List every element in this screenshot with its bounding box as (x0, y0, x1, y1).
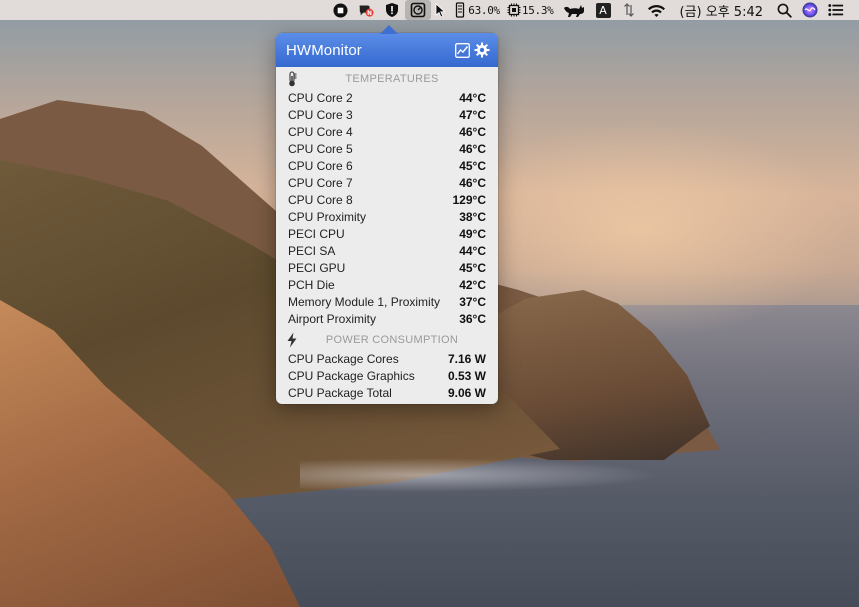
sensor-name: CPU Core 5 (288, 141, 353, 156)
power-row: CPU Package Total 9.06 W (276, 384, 498, 401)
network-arrows-icon (621, 2, 637, 18)
temperature-row: CPU Core 8 129°C (276, 191, 498, 208)
network-menu-item[interactable] (616, 0, 642, 20)
power-row: CPU Package Cores 7.16 W (276, 350, 498, 367)
sensor-value: 36°C (459, 311, 486, 326)
sensor-value: 38°C (459, 209, 486, 224)
sensor-value: 44°C (459, 90, 486, 105)
memory-usage-menu-item[interactable]: 63.0% (449, 0, 503, 20)
control-center-menu-item[interactable] (823, 0, 849, 20)
cat-icon (562, 2, 586, 18)
shield-icon (384, 2, 400, 18)
temperature-row: CPU Core 4 46°C (276, 123, 498, 140)
sensor-value: 45°C (459, 158, 486, 173)
clock-menu-item[interactable]: (금) 오후 5:42 (672, 0, 771, 20)
svg-text:N: N (367, 11, 372, 17)
sensor-name: CPU Core 7 (288, 175, 353, 190)
temperature-row: CPU Core 7 46°C (276, 174, 498, 191)
sensor-name: CPU Core 6 (288, 158, 353, 173)
sensor-value: 44°C (459, 243, 486, 258)
shield-menu-item[interactable] (379, 0, 405, 20)
notification-app-menu-item[interactable]: N (353, 0, 379, 20)
power-label: POWER CONSUMPTION (325, 334, 459, 346)
power-section-header: POWER CONSUMPTION (276, 330, 498, 350)
wifi-icon (647, 2, 667, 18)
mouse-cursor (431, 0, 449, 20)
sensor-value: 49°C (459, 226, 486, 241)
control-center-icon (828, 2, 844, 18)
sensor-name: CPU Package Graphics (288, 368, 415, 383)
runcat-menu-item[interactable] (557, 0, 591, 20)
cpu-chip-icon (506, 2, 522, 18)
temperature-row: CPU Core 3 47°C (276, 106, 498, 123)
temperature-row: CPU Core 5 46°C (276, 140, 498, 157)
hwmonitor-popover: HWMonitor TEMPERATURES CPU Core 2 44°C CPU… (276, 25, 498, 404)
sensor-value: 46°C (459, 175, 486, 190)
sensor-value: 42°C (459, 277, 486, 292)
temperatures-section-header: TEMPERATURES (276, 69, 498, 89)
sensor-value: 46°C (459, 141, 486, 156)
sensor-name: CPU Core 8 (288, 192, 353, 207)
hwmonitor-menu-item[interactable] (405, 0, 432, 20)
hwmonitor-icon (410, 2, 426, 18)
temperatures-list: CPU Core 2 44°C CPU Core 3 47°C CPU Core 4 46… (276, 89, 498, 327)
sensor-name: CPU Proximity (288, 209, 367, 224)
stop-icon (332, 2, 348, 18)
cpu-usage-text: 63.0% (468, 3, 500, 17)
power-list: CPU Package Cores 7.16 W CPU Package Graph… (276, 350, 498, 401)
siri-menu-item[interactable] (797, 0, 823, 20)
sensor-name: Memory Module 1, Proximity (288, 294, 441, 309)
temperature-row: CPU Proximity 38°C (276, 208, 498, 225)
siri-icon (802, 2, 818, 18)
temperature-row: CPU Core 6 45°C (276, 157, 498, 174)
spotlight-search-icon (776, 2, 792, 18)
temperature-row: Airport Proximity 36°C (276, 310, 498, 327)
sensor-value: 129°C (452, 192, 487, 207)
sensor-name: CPU Core 3 (288, 107, 353, 122)
sensor-value: 9.06 W (447, 385, 486, 400)
sensor-name: PECI SA (288, 243, 336, 258)
gear-icon[interactable] (474, 42, 490, 58)
sensor-value: 0.53 W (447, 368, 486, 383)
sensor-name: CPU Package Total (288, 385, 392, 400)
sensor-name: CPU Core 2 (288, 90, 353, 105)
input-source-menu-item[interactable]: A (591, 0, 616, 20)
temperature-row: PECI CPU 49°C (276, 225, 498, 242)
sensor-name: PCH Die (288, 277, 335, 292)
thermometer-icon (284, 71, 300, 87)
sensor-name: CPU Package Cores (288, 351, 399, 366)
menu-bar: N 63.0% 15.3% A (금) 오후 5:42 (0, 0, 859, 20)
cpu-usage-menu-item[interactable]: 15.3% (503, 0, 557, 20)
sensor-name: CPU Core 4 (288, 124, 353, 139)
sensor-value: 47°C (459, 107, 486, 122)
notification-app-icon: N (358, 2, 374, 18)
stop-menu-item[interactable] (327, 0, 353, 20)
temperature-row: PECI SA 44°C (276, 242, 498, 259)
popover-title: HWMonitor (286, 41, 362, 59)
popover-header: HWMonitor (276, 33, 498, 67)
sensor-name: PECI GPU (288, 260, 346, 275)
temperature-row: Memory Module 1, Proximity 37°C (276, 293, 498, 310)
temperatures-label: TEMPERATURES (345, 73, 439, 85)
sensor-name: PECI CPU (288, 226, 345, 241)
sensor-name: Airport Proximity (288, 311, 377, 326)
temperature-row: PCH Die 42°C (276, 276, 498, 293)
wifi-menu-item[interactable] (642, 0, 672, 20)
graph-icon[interactable] (454, 42, 470, 58)
power-row: CPU Package Graphics 0.53 W (276, 367, 498, 384)
sensor-value: 45°C (459, 260, 486, 275)
memory-usage-text: 15.3% (521, 3, 554, 17)
input-source-icon: A (595, 2, 611, 18)
temperature-row: CPU Core 2 44°C (276, 89, 498, 106)
wallpaper-surf (300, 455, 700, 495)
sensor-value: 37°C (459, 294, 486, 309)
sensor-value: 7.16 W (447, 351, 486, 366)
cursor-icon (432, 2, 448, 18)
spotlight-menu-item[interactable] (771, 0, 797, 20)
memory-icon (452, 2, 468, 18)
temperature-row: PECI GPU 45°C (276, 259, 498, 276)
lightning-icon (284, 332, 300, 348)
sensor-value: 46°C (459, 124, 486, 139)
popover-arrow (380, 25, 398, 34)
